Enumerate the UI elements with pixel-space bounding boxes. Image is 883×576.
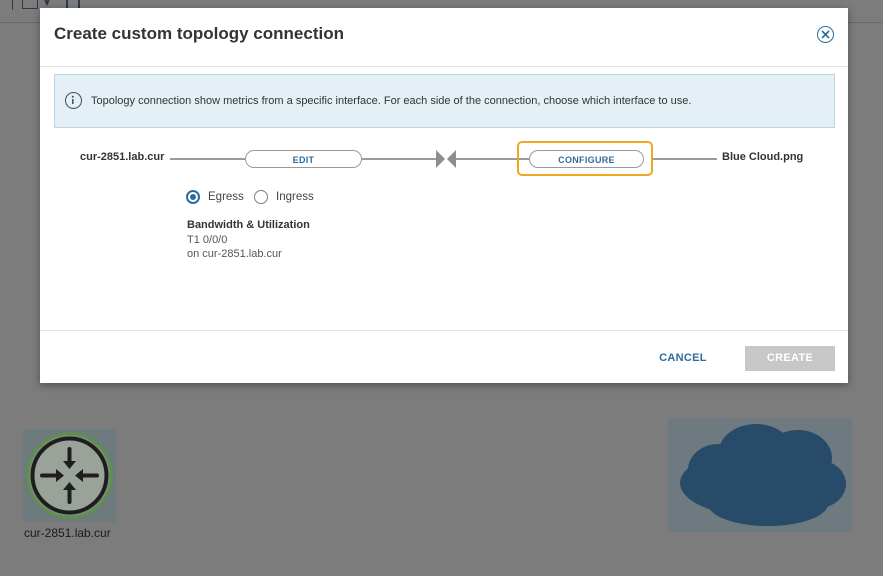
toolbar-separator <box>12 0 13 10</box>
left-node-label: cur-2851.lab.cur <box>80 151 165 163</box>
connection-line-right <box>653 158 717 160</box>
router-node-label: cur-2851.lab.cur <box>24 526 111 540</box>
router-node <box>23 429 116 522</box>
interface-name: T1 0/0/0 <box>187 234 228 246</box>
connection-line-left <box>170 158 245 160</box>
chevron-down-icon: ▼ <box>42 0 52 9</box>
cloud-node <box>668 418 852 532</box>
cancel-button[interactable]: CANCEL <box>652 345 714 371</box>
close-button[interactable] <box>817 26 834 43</box>
info-text: Topology connection show metrics from a … <box>91 95 692 107</box>
create-topology-dialog: Create custom topology connection Topolo… <box>40 8 848 383</box>
bowtie-icon <box>436 150 456 168</box>
dialog-title: Create custom topology connection <box>54 24 344 43</box>
egress-radio-circle[interactable] <box>186 190 200 204</box>
ingress-label: Ingress <box>276 191 314 203</box>
title-divider <box>40 66 848 67</box>
ingress-radio-circle[interactable] <box>254 190 268 204</box>
delete-icon <box>66 0 80 8</box>
info-banner: Topology connection show metrics from a … <box>54 74 835 128</box>
cloud-icon <box>680 424 846 526</box>
metric-title: Bandwidth & Utilization <box>187 219 310 231</box>
connection-line-center-left <box>362 158 436 160</box>
list-icon <box>22 0 38 9</box>
create-button[interactable]: CREATE <box>745 346 835 371</box>
interface-node: on cur-2851.lab.cur <box>187 248 282 260</box>
footer-divider <box>40 330 848 331</box>
edit-button[interactable]: EDIT <box>245 150 362 168</box>
configure-highlight <box>517 141 653 176</box>
egress-label: Egress <box>208 191 244 203</box>
right-node-label: Blue Cloud.png <box>722 151 804 163</box>
router-icon <box>26 432 113 519</box>
close-icon <box>821 30 830 39</box>
info-icon <box>65 92 82 109</box>
